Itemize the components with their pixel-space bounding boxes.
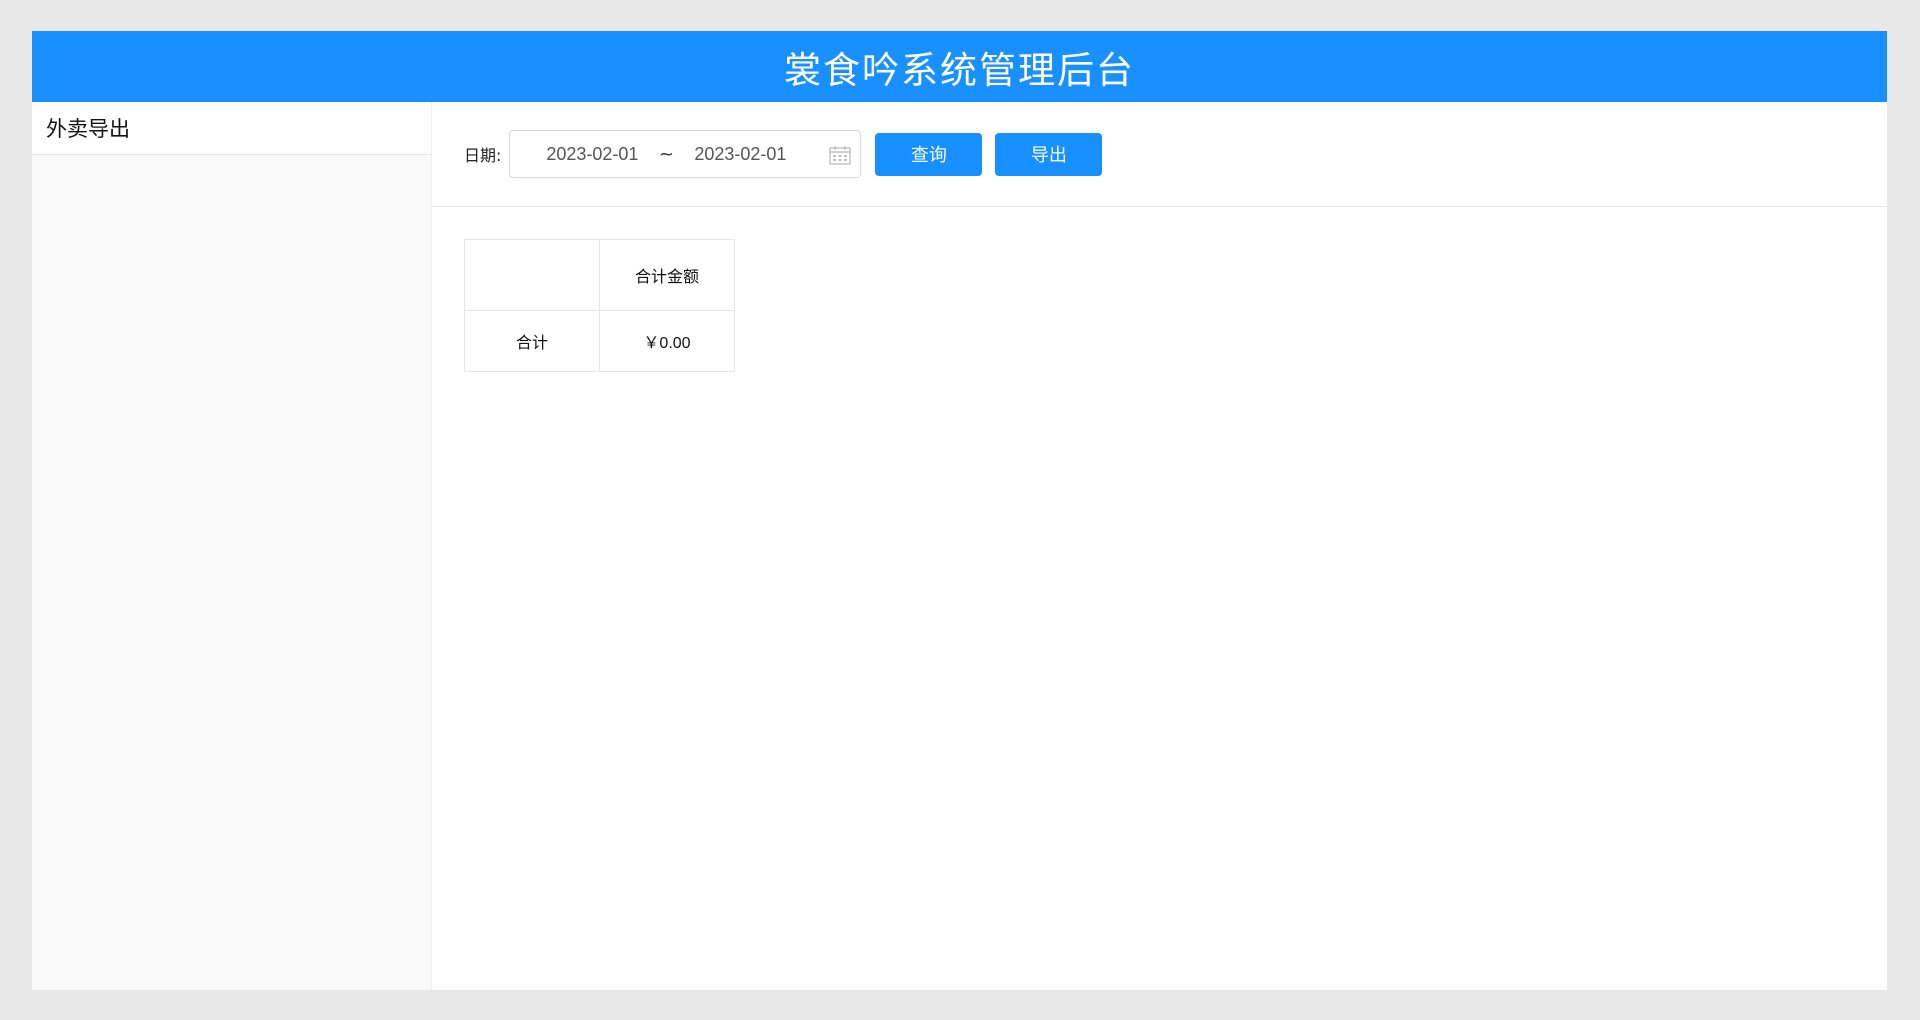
sidebar-item-takeout-export[interactable]: 外卖导出 (32, 102, 431, 155)
main-content: 日期: ~ (432, 102, 1887, 990)
sidebar-item-label: 外卖导出 (46, 117, 130, 141)
table-cell-label: 合计 (464, 310, 600, 372)
table-row: 合计 ￥0.00 (464, 310, 735, 372)
date-range-separator: ~ (658, 143, 674, 165)
table-header-row: 合计金额 (464, 239, 735, 311)
sidebar: 外卖导出 (32, 102, 432, 990)
app-header: 裳食吟系统管理后台 (32, 31, 1887, 102)
calendar-icon[interactable] (829, 145, 852, 165)
date-range-picker[interactable]: ~ (509, 130, 862, 178)
table-cell-amount: ￥0.00 (599, 310, 735, 372)
page-title: 裳食吟系统管理后台 (784, 48, 1135, 92)
summary-table: 合计金额 合计 ￥0.00 (464, 239, 735, 372)
summary-table-container: 合计金额 合计 ￥0.00 (464, 239, 735, 372)
query-button[interactable]: 查询 (875, 132, 983, 176)
export-button[interactable]: 导出 (995, 132, 1103, 176)
table-header-cell (464, 239, 600, 311)
table-header-cell: 合计金额 (599, 239, 735, 311)
start-date-input[interactable] (526, 131, 659, 177)
app-window: 裳食吟系统管理后台 外卖导出 日期: ~ (32, 31, 1887, 990)
filter-toolbar: 日期: ~ (432, 102, 1887, 207)
date-label: 日期: (464, 146, 502, 165)
end-date-input[interactable] (674, 131, 807, 177)
app-body: 外卖导出 日期: ~ (32, 102, 1887, 990)
